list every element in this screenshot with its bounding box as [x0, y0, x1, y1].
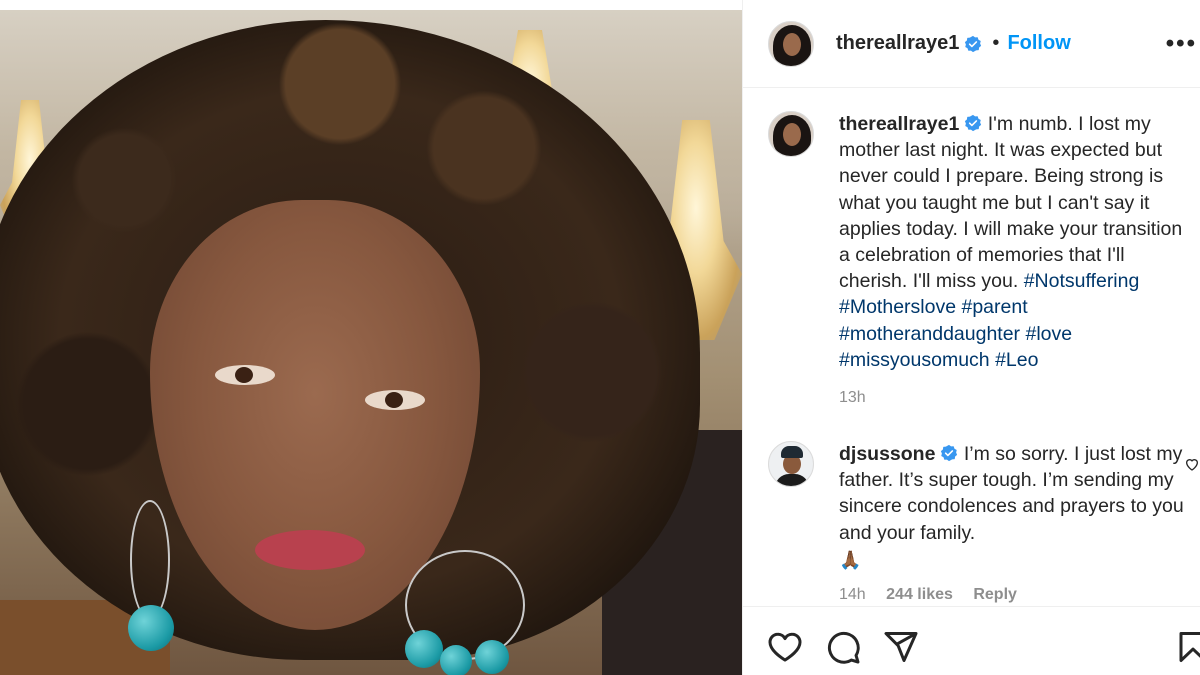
comment-icon[interactable] [825, 629, 861, 665]
comment-item: djsussone I’m so sorry. I just lost my f… [768, 441, 1199, 606]
right-eye [365, 390, 425, 410]
author-avatar[interactable] [768, 20, 814, 67]
comment-meta: 14h 244 likes Reply [839, 582, 1187, 606]
turquoise-earring-left [128, 605, 174, 651]
hashtag-parent[interactable]: #parent [961, 296, 1027, 318]
hashtag-leo[interactable]: #Leo [995, 349, 1038, 371]
caption-text: I'm numb. I lost my mother last night. I… [839, 113, 1183, 293]
verified-badge-icon [965, 114, 982, 132]
comment-time[interactable]: 14h [839, 586, 866, 603]
left-eye [215, 365, 275, 385]
author-line: thereallraye1 • Follow [836, 32, 1071, 55]
separator-dot: • [992, 32, 1000, 54]
hashtag-motherslove[interactable]: #Motherslove [839, 296, 956, 318]
post-side-panel: thereallraye1 • Follow ••• thereallraye1… [742, 0, 1200, 675]
post-photo[interactable] [0, 10, 742, 675]
caption-username[interactable]: thereallraye1 [839, 113, 959, 135]
hashtag-notsuffering[interactable]: #Notsuffering [1024, 270, 1140, 292]
turquoise-bead [405, 630, 443, 668]
bookmark-icon[interactable] [1175, 629, 1200, 665]
hashtag-missyousomuch[interactable]: #missyousomuch [839, 349, 990, 371]
caption-time[interactable]: 13h [839, 389, 866, 406]
author-username[interactable]: thereallraye1 [836, 32, 959, 55]
verified-badge-icon [965, 35, 982, 52]
caption-avatar[interactable] [768, 111, 814, 157]
more-options-icon[interactable]: ••• [1166, 30, 1197, 58]
comment-body: djsussone I’m so sorry. I just lost my f… [839, 441, 1187, 606]
caption-meta: 13h [839, 385, 1187, 411]
caption: thereallraye1 I'm numb. I lost my mother… [768, 111, 1188, 411]
comments-section[interactable]: thereallraye1 I'm numb. I lost my mother… [743, 89, 1200, 606]
reply-button[interactable]: Reply [973, 586, 1017, 603]
comment-like-heart-icon[interactable] [1184, 456, 1200, 472]
heart-icon[interactable] [767, 629, 803, 665]
verified-badge-icon [941, 444, 958, 462]
hashtag-motheranddaughter[interactable]: #motheranddaughter [839, 323, 1020, 345]
comment-likes[interactable]: 244 likes [886, 586, 953, 603]
turquoise-bead [475, 640, 509, 674]
hoop-earring-left [130, 500, 170, 620]
action-bar [743, 606, 1200, 675]
commenter-username[interactable]: djsussone [839, 443, 935, 465]
follow-button[interactable]: Follow [1007, 32, 1070, 55]
hashtag-love[interactable]: #love [1025, 323, 1072, 345]
turquoise-bead [440, 645, 472, 675]
lips [255, 530, 365, 570]
caption-body: thereallraye1 I'm numb. I lost my mother… [839, 111, 1187, 411]
send-icon[interactable] [883, 629, 919, 665]
praying-hands-emoji: 🙏🏾 [839, 549, 862, 570]
post-header: thereallraye1 • Follow ••• [743, 0, 1200, 88]
commenter-avatar[interactable] [768, 441, 814, 487]
